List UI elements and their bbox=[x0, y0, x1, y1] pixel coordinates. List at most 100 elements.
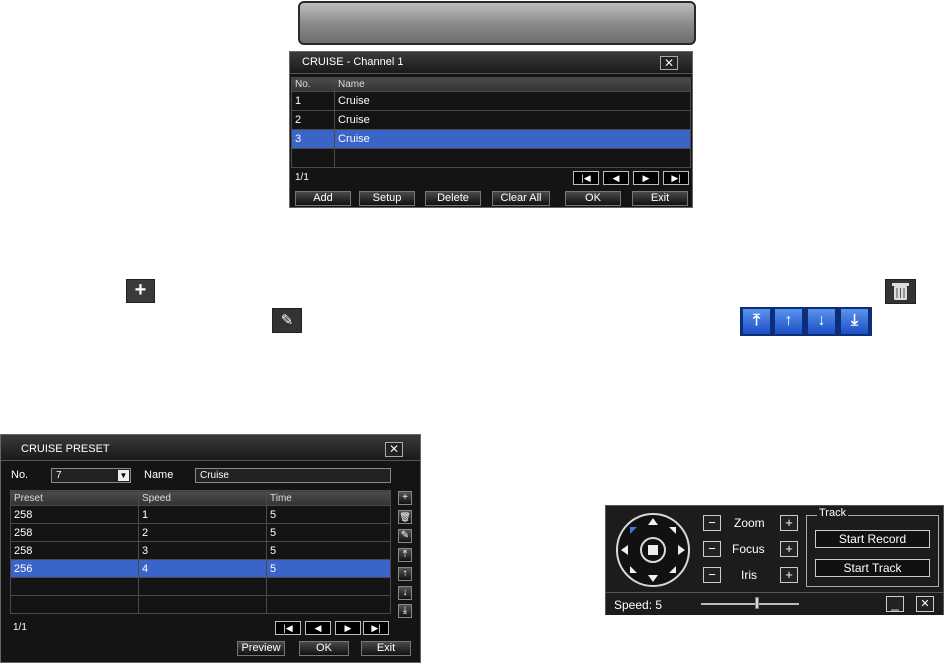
close-icon[interactable]: ✕ bbox=[660, 56, 678, 70]
table-row[interactable]: 258 3 5 bbox=[10, 541, 391, 560]
pencil-icon: ✎ bbox=[272, 308, 302, 333]
row-time: 5 bbox=[266, 523, 391, 542]
exit-button[interactable]: Exit bbox=[361, 641, 411, 656]
speed-slider-thumb[interactable] bbox=[755, 597, 759, 609]
focus-in-button[interactable]: + bbox=[780, 541, 798, 557]
iris-close-button[interactable]: − bbox=[703, 567, 721, 583]
no-select[interactable]: 7 ▼ bbox=[51, 468, 131, 483]
move-bottom-icon[interactable]: ⤓ bbox=[398, 604, 412, 618]
row-speed: 3 bbox=[138, 541, 267, 560]
row-time: 5 bbox=[266, 541, 391, 560]
no-label: No. bbox=[11, 469, 29, 481]
last-page-icon[interactable]: ▶| bbox=[663, 171, 689, 185]
cruise-dialog-titlebar: CRUISE - Channel 1 ✕ bbox=[290, 52, 692, 74]
row-number: 3 bbox=[291, 129, 335, 149]
row-speed: 2 bbox=[138, 523, 267, 542]
delete-preset-icon[interactable]: 🗑 bbox=[398, 510, 412, 524]
row-preset: 256 bbox=[10, 559, 139, 578]
table-row[interactable]: 1 Cruise bbox=[291, 91, 691, 111]
setup-button[interactable]: Setup bbox=[359, 191, 415, 206]
clear-all-button[interactable]: Clear All bbox=[492, 191, 550, 206]
row-preset: 258 bbox=[10, 541, 139, 560]
next-page-icon[interactable]: ▶ bbox=[335, 621, 361, 635]
no-select-value: 7 bbox=[56, 470, 62, 481]
ptz-panel: − Zoom + − Focus + − Iris + Track Start … bbox=[605, 505, 944, 615]
speed-label: Speed: 5 bbox=[614, 598, 663, 612]
column-header-speed[interactable]: Speed bbox=[138, 490, 267, 506]
cruise-preset-dialog: CRUISE PRESET ✕ No. 7 ▼ Name Cruise Pres… bbox=[0, 434, 421, 663]
add-button[interactable]: Add bbox=[295, 191, 351, 206]
move-bottom-icon: ⤓ bbox=[840, 308, 869, 335]
close-icon[interactable]: ✕ bbox=[385, 442, 403, 457]
name-label: Name bbox=[144, 469, 174, 481]
move-down-icon[interactable]: ↓ bbox=[398, 586, 412, 600]
ok-button[interactable]: OK bbox=[565, 191, 621, 206]
focus-out-button[interactable]: − bbox=[703, 541, 721, 557]
table-row[interactable]: 258 1 5 bbox=[10, 505, 391, 524]
direction-pad[interactable] bbox=[615, 512, 691, 588]
prev-page-icon[interactable]: ◀ bbox=[603, 171, 629, 185]
move-up-icon: ↑ bbox=[774, 308, 803, 335]
preview-button[interactable]: Preview bbox=[237, 641, 285, 656]
speed-bar: Speed: 5 _ ✕ bbox=[606, 592, 943, 615]
start-track-button[interactable]: Start Track bbox=[815, 559, 930, 577]
table-row-selected[interactable]: 3 Cruise bbox=[291, 129, 691, 149]
row-number: 2 bbox=[291, 110, 335, 130]
first-page-icon[interactable]: |◀ bbox=[573, 171, 599, 185]
move-down-icon: ↓ bbox=[807, 308, 836, 335]
row-speed: 4 bbox=[138, 559, 267, 578]
iris-label: Iris bbox=[741, 568, 757, 582]
zoom-out-button[interactable]: − bbox=[703, 515, 721, 531]
prev-page-icon[interactable]: ◀ bbox=[305, 621, 331, 635]
column-header-name[interactable]: Name bbox=[334, 77, 691, 92]
row-time: 5 bbox=[266, 559, 391, 578]
start-record-button[interactable]: Start Record bbox=[815, 530, 930, 548]
first-page-icon[interactable]: |◀ bbox=[275, 621, 301, 635]
row-number: 1 bbox=[291, 91, 335, 111]
move-top-icon[interactable]: ⤒ bbox=[398, 548, 412, 562]
edit-preset-icon[interactable]: ✎ bbox=[398, 529, 412, 543]
column-header-no[interactable]: No. bbox=[291, 77, 335, 92]
column-header-preset[interactable]: Preset bbox=[10, 490, 139, 506]
chevron-down-icon[interactable]: ▼ bbox=[118, 470, 129, 481]
table-row-empty[interactable] bbox=[291, 148, 691, 168]
add-preset-icon[interactable]: + bbox=[398, 491, 412, 505]
track-group: Track Start Record Start Track bbox=[806, 507, 939, 587]
close-icon[interactable]: ✕ bbox=[916, 596, 934, 612]
exit-button[interactable]: Exit bbox=[632, 191, 688, 206]
preset-table: Preset Speed Time 258 1 5 258 2 5 258 3 … bbox=[10, 490, 391, 614]
row-preset: 258 bbox=[10, 505, 139, 524]
preset-dialog-title: CRUISE PRESET bbox=[21, 443, 110, 455]
table-row[interactable]: 2 Cruise bbox=[291, 110, 691, 130]
delete-button[interactable]: Delete bbox=[425, 191, 481, 206]
top-bar bbox=[298, 1, 696, 45]
row-name: Cruise bbox=[334, 110, 691, 130]
table-row-selected[interactable]: 256 4 5 bbox=[10, 559, 391, 578]
move-buttons-group: ⤒ ↑ ↓ ⤓ bbox=[740, 307, 872, 336]
track-group-label: Track bbox=[817, 507, 849, 519]
cruise-table: No. Name 1 Cruise 2 Cruise 3 Cruise bbox=[291, 77, 691, 168]
cruise-dialog-title: CRUISE - Channel 1 bbox=[302, 56, 404, 68]
preset-dialog-titlebar: CRUISE PRESET ✕ bbox=[1, 435, 420, 461]
last-page-icon[interactable]: ▶| bbox=[363, 621, 389, 635]
minimize-icon[interactable]: _ bbox=[886, 596, 904, 612]
row-name: Cruise bbox=[334, 91, 691, 111]
move-up-icon[interactable]: ↑ bbox=[398, 567, 412, 581]
row-name: Cruise bbox=[334, 129, 691, 149]
ok-button[interactable]: OK bbox=[299, 641, 349, 656]
row-speed: 1 bbox=[138, 505, 267, 524]
name-input[interactable]: Cruise bbox=[195, 468, 391, 483]
plus-icon: + bbox=[126, 279, 155, 303]
column-header-time[interactable]: Time bbox=[266, 490, 391, 506]
focus-label: Focus bbox=[732, 542, 765, 556]
zoom-in-button[interactable]: + bbox=[780, 515, 798, 531]
table-row-empty[interactable] bbox=[10, 577, 391, 596]
page-indicator: 1/1 bbox=[295, 172, 309, 183]
speed-slider-track[interactable] bbox=[701, 603, 799, 605]
zoom-label: Zoom bbox=[734, 516, 765, 530]
next-page-icon[interactable]: ▶ bbox=[633, 171, 659, 185]
iris-open-button[interactable]: + bbox=[780, 567, 798, 583]
table-row[interactable]: 258 2 5 bbox=[10, 523, 391, 542]
table-row-empty[interactable] bbox=[10, 595, 391, 614]
row-preset: 258 bbox=[10, 523, 139, 542]
